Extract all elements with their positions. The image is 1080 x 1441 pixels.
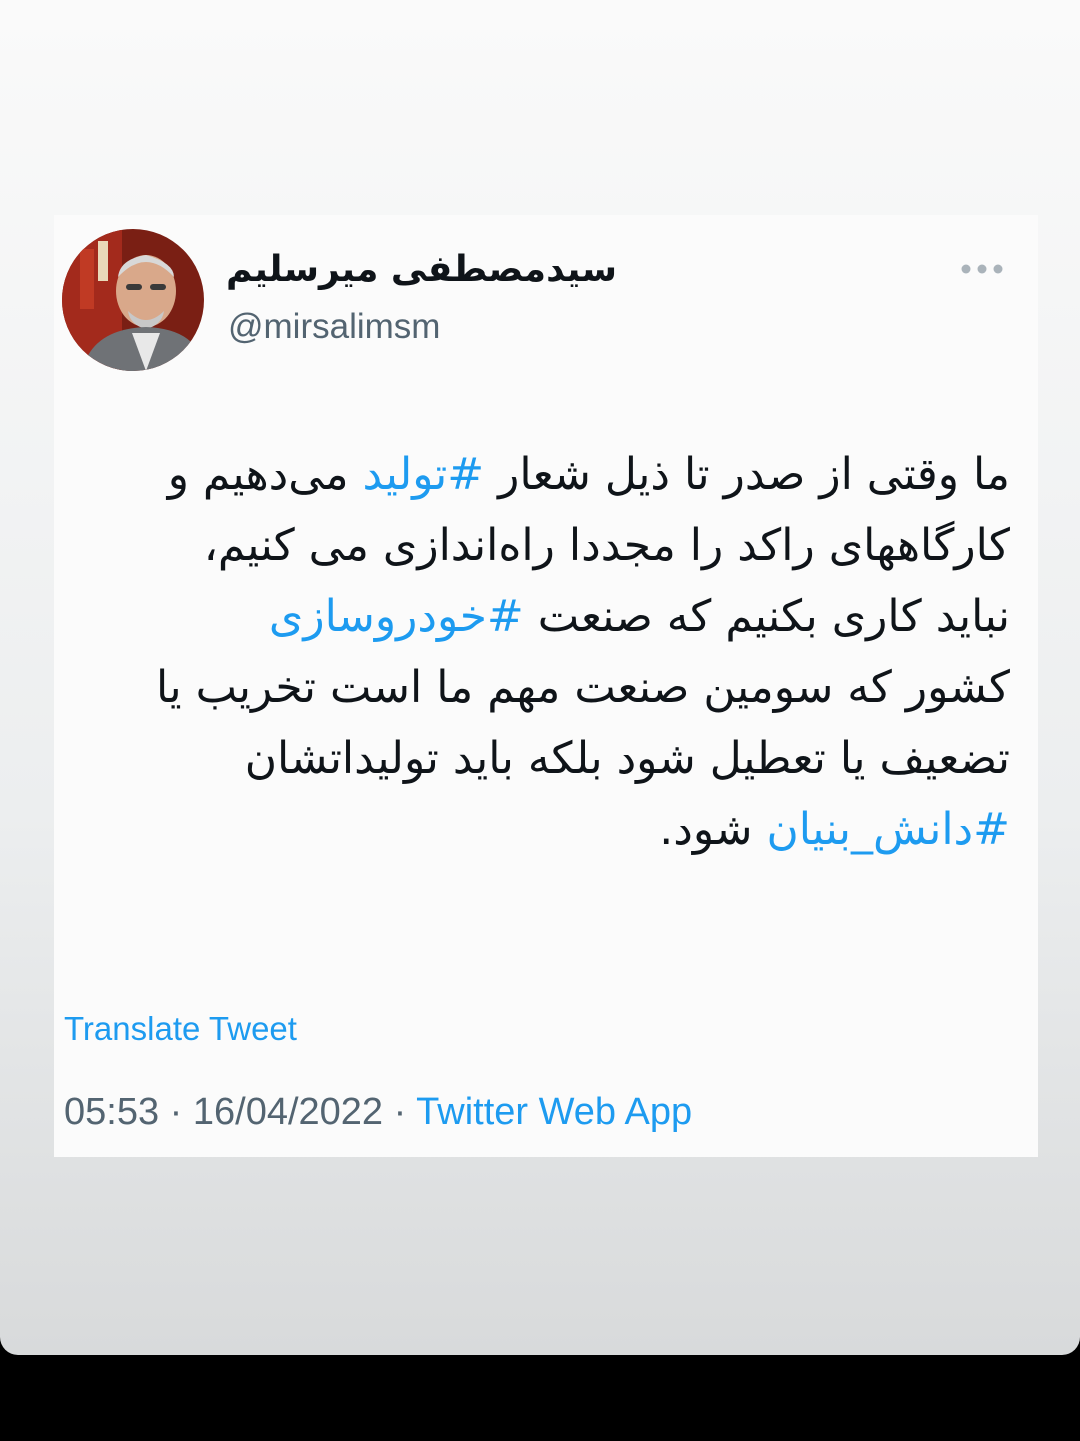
meta-separator: · — [169, 1091, 183, 1133]
hashtag-link[interactable]: #تولید — [363, 449, 485, 500]
tweet-text-line: تضعیف یا تعطیل شود بلکه باید تولیداتشان — [60, 723, 1010, 794]
tweet-text-segment: ما وقتی از صدر تا ذیل شعار — [484, 449, 1010, 500]
tweet-text-line: ما وقتی از صدر تا ذیل شعار #تولید می‌دهی… — [60, 439, 1010, 510]
tweet-text-line: کشور که سومین صنعت مهم ما است تخریب یا — [60, 652, 1010, 723]
hashtag-link[interactable]: #خودروسازی — [269, 591, 524, 642]
tweet-source-link[interactable]: Twitter Web App — [416, 1091, 692, 1133]
tweet-body: ما وقتی از صدر تا ذیل شعار #تولید می‌دهی… — [60, 439, 1010, 865]
tweet-text-line: #دانش_بنیان شود. — [60, 794, 1010, 865]
bottom-bar — [0, 1355, 1080, 1441]
ellipsis-icon[interactable] — [960, 259, 1004, 279]
tweet-time[interactable]: 05:53 — [64, 1091, 159, 1133]
tweet-text-segment: کشور که سومین صنعت مهم ما است تخریب یا — [155, 662, 1010, 713]
tweet-date[interactable]: 16/04/2022 — [193, 1091, 383, 1133]
hashtag-link[interactable]: #دانش_بنیان — [766, 804, 1010, 855]
tweet-text-segment: کارگاههای راکد را مجددا راه‌اندازی می کن… — [203, 520, 1010, 571]
author-handle[interactable]: @mirsalimsm — [228, 307, 440, 347]
author-display-name[interactable]: سیدمصطفی میرسلیم — [226, 249, 617, 290]
tweet-text-segment: نباید کاری بکنیم که صنعت — [523, 591, 1010, 642]
tweet-text-segment: می‌دهیم و — [167, 449, 363, 500]
tweet-text-segment: تضعیف یا تعطیل شود بلکه باید تولیداتشان — [244, 733, 1010, 784]
tweet-text-line: کارگاههای راکد را مجددا راه‌اندازی می کن… — [60, 510, 1010, 581]
tweet-card: سیدمصطفی میرسلیم @mirsalimsm ما وقتی از … — [54, 215, 1038, 1157]
tweet-text-line: نباید کاری بکنیم که صنعت #خودروسازی — [60, 581, 1010, 652]
tweet-metadata: 05:53 · 16/04/2022 · Twitter Web App — [64, 1091, 692, 1134]
translate-tweet-link[interactable]: Translate Tweet — [64, 1010, 297, 1048]
meta-separator: · — [393, 1091, 407, 1133]
author-avatar[interactable] — [62, 229, 204, 371]
tweet-text-segment: شود. — [659, 804, 767, 855]
